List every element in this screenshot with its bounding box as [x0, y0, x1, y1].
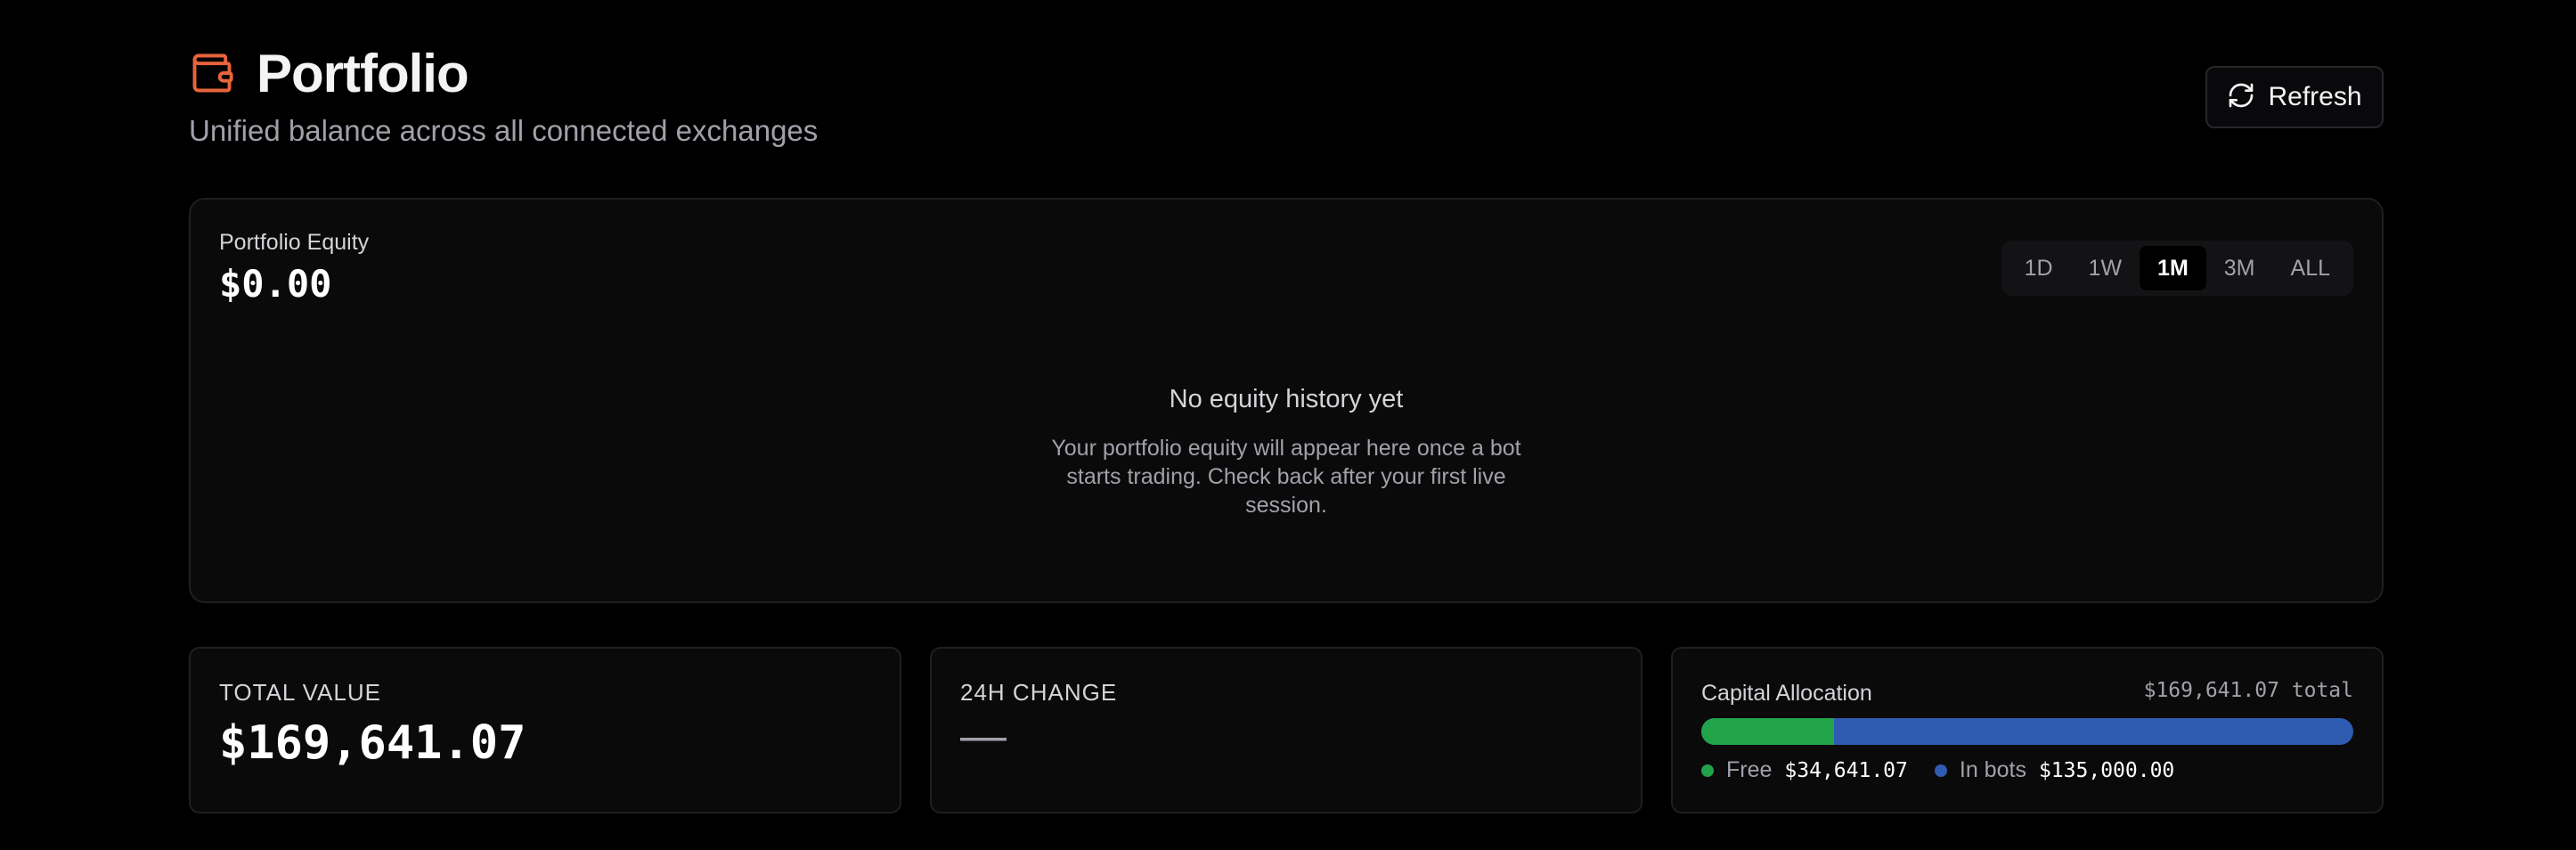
change-24h-card: 24H CHANGE —: [930, 647, 1643, 813]
page-subtitle: Unified balance across all connected exc…: [189, 114, 819, 147]
wallet-icon: [189, 50, 235, 96]
page-title: Portfolio: [257, 43, 469, 103]
legend-item-bots: In bots $135,000.00: [1934, 757, 2175, 783]
empty-state-title: No equity history yet: [1169, 385, 1404, 413]
legend-free-label: Free: [1726, 757, 1773, 782]
total-value-card: TOTAL VALUE $169,641.07: [189, 647, 901, 813]
legend-free-value: $34,641.07: [1784, 758, 1908, 782]
capital-allocation-card: Capital Allocation $169,641.07 total Fre…: [1671, 647, 2384, 813]
range-selector: 1D 1W 1M 3M ALL: [2001, 241, 2353, 296]
allocation-legend: Free $34,641.07 In bots $135,000.00: [1701, 757, 2201, 783]
refresh-label: Refresh: [2268, 82, 2362, 111]
title-row: Portfolio: [189, 39, 2384, 107]
free-dot-icon: [1701, 764, 1714, 777]
page-header: Portfolio Unified balance across all con…: [189, 39, 2384, 164]
allocation-bar: [1701, 718, 2353, 745]
empty-state-description: Your portfolio equity will appear here o…: [1051, 436, 1521, 518]
equity-card: Portfolio Equity $0.00 1D 1W 1M 3M ALL N…: [189, 198, 2384, 603]
range-tab-all[interactable]: ALL: [2273, 246, 2348, 290]
range-tab-1m[interactable]: 1M: [2140, 246, 2206, 290]
total-value: $169,641.07: [219, 716, 526, 770]
refresh-icon: [2227, 81, 2255, 114]
allocation-bar-free: [1701, 718, 1835, 745]
change-24h-label: 24H CHANGE: [960, 679, 1118, 706]
legend-bots-value: $135,000.00: [2038, 758, 2175, 782]
range-tab-1d[interactable]: 1D: [2007, 246, 2071, 290]
legend-item-free: Free $34,641.07: [1701, 757, 1908, 783]
change-24h-value: —: [960, 710, 1007, 762]
allocation-total: $169,641.07 total: [2143, 679, 2353, 702]
total-value-label: TOTAL VALUE: [219, 679, 381, 706]
range-tab-3m[interactable]: 3M: [2206, 246, 2273, 290]
range-tab-1w[interactable]: 1W: [2071, 246, 2140, 290]
refresh-button[interactable]: Refresh: [2205, 66, 2384, 128]
bots-dot-icon: [1934, 764, 1947, 777]
equity-empty-state: No equity history yet Your portfolio equ…: [191, 385, 2382, 519]
allocation-title: Capital Allocation: [1701, 681, 1872, 706]
equity-label: Portfolio Equity: [219, 230, 370, 255]
portfolio-page: Portfolio Unified balance across all con…: [0, 0, 2576, 850]
legend-bots-label: In bots: [1959, 757, 2026, 782]
equity-value: $0.00: [219, 262, 332, 306]
